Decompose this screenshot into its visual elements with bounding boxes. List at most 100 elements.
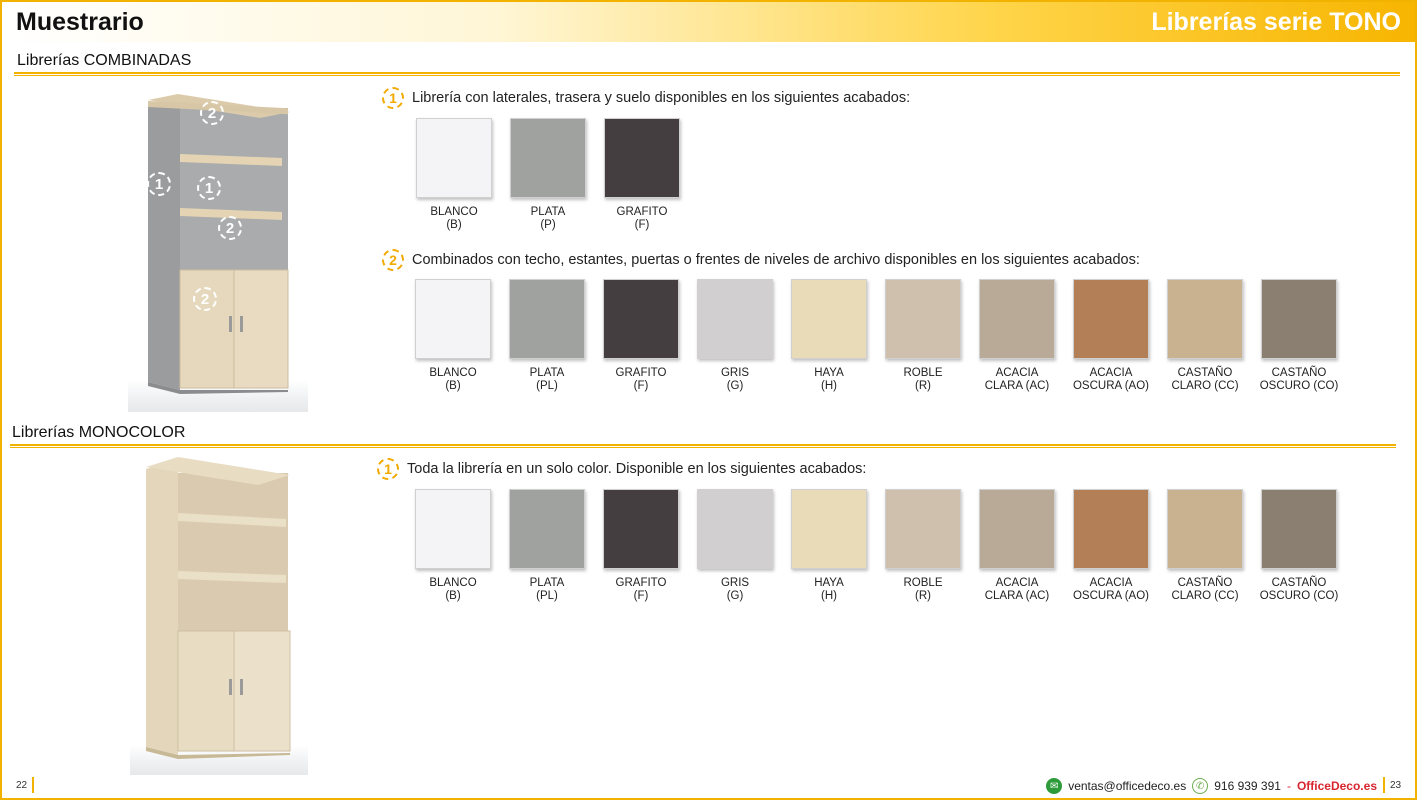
- step-1-combinadas: 1 Librería con laterales, trasera y suel…: [382, 87, 910, 109]
- swatch-label: ROBLE (R): [904, 577, 943, 603]
- finish-code: OSCURO (CO): [1259, 590, 1339, 602]
- header-band: Muestrario Librerías serie TONO: [2, 2, 1415, 42]
- swatch-row-combinadas-structure: BLANCO (B) PLATA (P) GRAFITO (F): [407, 118, 689, 232]
- footer-divider: [1383, 777, 1385, 793]
- finish-name: CASTAÑO: [1271, 577, 1327, 589]
- finish-name: CASTAÑO: [1177, 367, 1233, 379]
- color-swatch: [509, 489, 585, 569]
- swatch-label: ACACIA OSCURA (AO): [1073, 367, 1149, 393]
- swatch-item: HAYA (H): [782, 279, 876, 393]
- finish-name: PLATA: [529, 577, 565, 589]
- finish-name: ROBLE: [903, 367, 943, 379]
- finish-name: ACACIA: [1089, 367, 1133, 379]
- color-swatch: [791, 279, 867, 359]
- swatch-label: CASTAÑO CLARO (CC): [1171, 367, 1238, 393]
- swatch-item: ROBLE (R): [876, 489, 970, 603]
- step-number-badge: 1: [382, 87, 404, 109]
- swatch-item: ACACIA OSCURA (AO): [1064, 279, 1158, 393]
- footer-divider: [32, 777, 34, 793]
- swatch-label: ACACIA OSCURA (AO): [1073, 577, 1149, 603]
- color-swatch: [415, 279, 491, 359]
- finish-code: (H): [821, 380, 837, 392]
- finish-name: HAYA: [814, 367, 844, 379]
- finish-name: GRAFITO: [615, 577, 667, 589]
- swatch-item: ROBLE (R): [876, 279, 970, 393]
- swatch-label: PLATA (PL): [530, 367, 565, 393]
- swatch-item: CASTAÑO OSCURO (CO): [1252, 279, 1346, 393]
- swatch-label: HAYA (H): [814, 367, 844, 393]
- swatch-item: HAYA (H): [782, 489, 876, 603]
- finish-name: CASTAÑO: [1271, 367, 1327, 379]
- color-swatch: [1073, 279, 1149, 359]
- separator: -: [1286, 779, 1291, 793]
- step-text: Combinados con techo, estantes, puertas …: [412, 252, 1140, 268]
- swatch-label: CASTAÑO OSCURO (CO): [1260, 577, 1339, 603]
- color-swatch: [603, 489, 679, 569]
- swatch-item: CASTAÑO OSCURO (CO): [1252, 489, 1346, 603]
- color-swatch: [697, 489, 773, 569]
- finish-code: (R): [915, 380, 931, 392]
- finish-code: (PL): [536, 590, 558, 602]
- swatch-label: GRIS (G): [721, 577, 749, 603]
- footer-contact: ✉ ventas@officedeco.es ✆ 916 939 391 - O…: [1046, 778, 1377, 794]
- swatch-item: GRIS (G): [688, 279, 782, 393]
- mail-icon: ✉: [1046, 778, 1063, 794]
- finish-name: CASTAÑO: [1177, 577, 1233, 589]
- color-swatch: [1167, 279, 1243, 359]
- section-rule: [10, 444, 1396, 448]
- color-swatch: [1167, 489, 1243, 569]
- section-title-combinadas: Librerías COMBINADAS: [17, 52, 192, 69]
- step-text: Toda la librería en un solo color. Dispo…: [407, 461, 867, 477]
- swatch-item: ACACIA CLARA (AC): [970, 279, 1064, 393]
- monocolor-bookcase-illustration: [146, 457, 291, 759]
- finish-name: PLATA: [529, 367, 565, 379]
- color-swatch: [603, 279, 679, 359]
- finish-code: (PL): [536, 380, 558, 392]
- swatch-item: ACACIA OSCURA (AO): [1064, 489, 1158, 603]
- swatch-label: BLANCO (B): [429, 577, 476, 603]
- swatch-label: PLATA (P): [531, 206, 566, 232]
- swatch-label: CASTAÑO CLARO (CC): [1171, 577, 1238, 603]
- swatch-item: GRAFITO (F): [595, 118, 689, 232]
- contact-email[interactable]: ventas@officedeco.es: [1068, 779, 1186, 793]
- step-number-badge: 2: [382, 249, 404, 271]
- finish-code: (G): [726, 590, 744, 602]
- swatch-item: BLANCO (B): [407, 118, 501, 232]
- section-rule: [14, 72, 1400, 76]
- finish-name: BLANCO: [429, 577, 477, 589]
- marker-2-shelf: 2: [218, 216, 242, 240]
- color-swatch: [885, 489, 961, 569]
- finish-code: (P): [540, 219, 556, 231]
- finish-code: (F): [633, 590, 649, 602]
- finish-code: (G): [726, 380, 744, 392]
- swatch-label: BLANCO (B): [429, 367, 476, 393]
- finish-name: HAYA: [814, 577, 844, 589]
- color-swatch: [1073, 489, 1149, 569]
- swatch-item: PLATA (PL): [500, 489, 594, 603]
- finish-code: OSCURA (AO): [1072, 590, 1150, 602]
- color-swatch: [604, 118, 680, 198]
- swatch-label: PLATA (PL): [530, 577, 565, 603]
- step-number-badge: 1: [377, 458, 399, 480]
- marker-1-side: 1: [147, 172, 171, 196]
- swatch-label: GRAFITO (F): [616, 577, 667, 603]
- swatch-label: CASTAÑO OSCURO (CO): [1260, 367, 1339, 393]
- series-title: Librerías serie TONO: [1151, 8, 1401, 36]
- finish-code: (B): [446, 219, 462, 231]
- finish-code: CLARO (CC): [1171, 590, 1239, 602]
- swatch-label: ROBLE (R): [904, 367, 943, 393]
- finish-code: CLARA (AC): [984, 590, 1050, 602]
- finish-code: (R): [915, 590, 931, 602]
- swatch-label: ACACIA CLARA (AC): [985, 577, 1050, 603]
- color-swatch: [415, 489, 491, 569]
- finish-code: CLARO (CC): [1171, 380, 1239, 392]
- color-swatch: [1261, 489, 1337, 569]
- brand-link[interactable]: OfficeDeco.es: [1297, 779, 1377, 793]
- color-swatch: [791, 489, 867, 569]
- color-swatch: [885, 279, 961, 359]
- color-swatch: [697, 279, 773, 359]
- contact-phone[interactable]: 916 939 391: [1214, 779, 1281, 793]
- swatch-item: BLANCO (B): [406, 279, 500, 393]
- finish-code: (B): [445, 590, 461, 602]
- step-text: Librería con laterales, trasera y suelo …: [412, 90, 911, 106]
